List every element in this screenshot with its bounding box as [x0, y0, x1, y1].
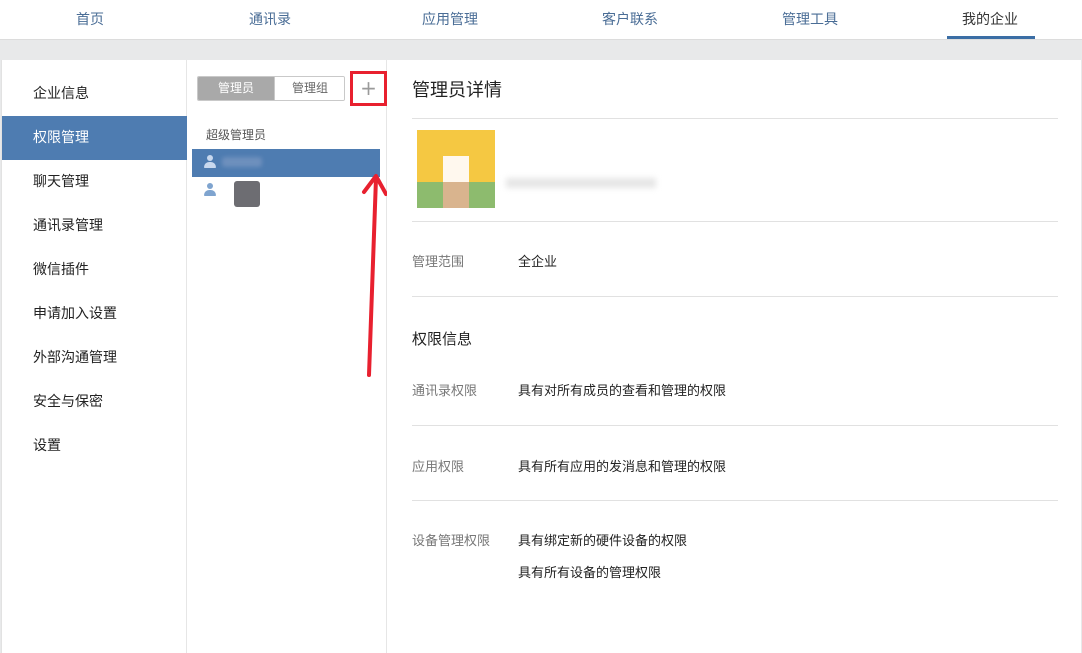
perm-label-devices: 设备管理权限 [412, 534, 491, 549]
nav-active-underline [947, 36, 1035, 39]
divider [412, 500, 1058, 501]
redacted-name [234, 181, 260, 207]
sidebar-item-contacts-management[interactable]: 通讯录管理 [2, 204, 187, 248]
divider [412, 221, 1058, 222]
scope-value: 全企业 [518, 255, 558, 270]
sidebar-item-join-settings[interactable]: 申请加入设置 [2, 292, 187, 336]
nav-customer-contact[interactable]: 客户联系 [590, 0, 670, 40]
perm-value-devices-manage: 具有所有设备的管理权限 [518, 566, 662, 581]
nav-management-tools[interactable]: 管理工具 [770, 0, 850, 40]
nav-contacts[interactable]: 通讯录 [230, 0, 310, 40]
perm-value-apps: 具有所有应用的发消息和管理的权限 [518, 460, 727, 475]
perm-value-devices-bind: 具有绑定新的硬件设备的权限 [518, 534, 688, 549]
person-icon [204, 155, 216, 169]
admin-list-item[interactable] [192, 177, 380, 207]
sidebar-item-permission-management[interactable]: 权限管理 [2, 116, 187, 160]
sidebar-item-wechat-plugin[interactable]: 微信插件 [2, 248, 187, 292]
group-label-super-admin: 超级管理员 [206, 128, 267, 142]
nav-app-management[interactable]: 应用管理 [410, 0, 490, 40]
perm-label-contacts: 通讯录权限 [412, 384, 478, 399]
redacted-name [222, 157, 262, 167]
sidebar-item-external-comm[interactable]: 外部沟通管理 [2, 336, 187, 380]
top-nav: 首页 通讯录 应用管理 客户联系 管理工具 我的企业 [0, 0, 1082, 40]
nav-home[interactable]: 首页 [50, 0, 130, 40]
add-admin-button[interactable]: + [350, 71, 387, 106]
annotation-arrow-icon [362, 174, 387, 377]
main-panel: 企业信息 权限管理 聊天管理 通讯录管理 微信插件 申请加入设置 外部沟通管理 … [1, 60, 1081, 653]
admin-segment-control: 管理员 管理组 [197, 76, 345, 101]
divider [412, 296, 1058, 297]
plus-icon: + [360, 76, 377, 100]
sidebar-item-security[interactable]: 安全与保密 [2, 380, 187, 424]
page-title: 管理员详情 [412, 80, 502, 101]
sidebar: 企业信息 权限管理 聊天管理 通讯录管理 微信插件 申请加入设置 外部沟通管理 … [2, 60, 187, 653]
tab-admin-groups[interactable]: 管理组 [274, 77, 344, 100]
redacted-admin-name [506, 178, 656, 188]
perm-value-contacts: 具有对所有成员的查看和管理的权限 [518, 384, 727, 399]
avatar [417, 130, 495, 208]
perm-label-apps: 应用权限 [412, 460, 465, 475]
nav-my-enterprise[interactable]: 我的企业 [950, 0, 1030, 40]
admin-detail: 管理员详情 管理范围 全企业 权限信息 通讯录权限 具有对所有成员的查看和管理的… [412, 60, 1058, 653]
permission-info-title: 权限信息 [412, 330, 473, 348]
sidebar-item-enterprise-info[interactable]: 企业信息 [2, 72, 187, 116]
tab-admins[interactable]: 管理员 [198, 77, 274, 100]
sidebar-item-chat-management[interactable]: 聊天管理 [2, 160, 187, 204]
divider [412, 118, 1058, 119]
scope-label: 管理范围 [412, 255, 465, 270]
person-icon [204, 183, 216, 197]
divider [412, 425, 1058, 426]
sidebar-item-settings[interactable]: 设置 [2, 424, 187, 468]
admin-list-item-selected[interactable] [192, 149, 380, 177]
